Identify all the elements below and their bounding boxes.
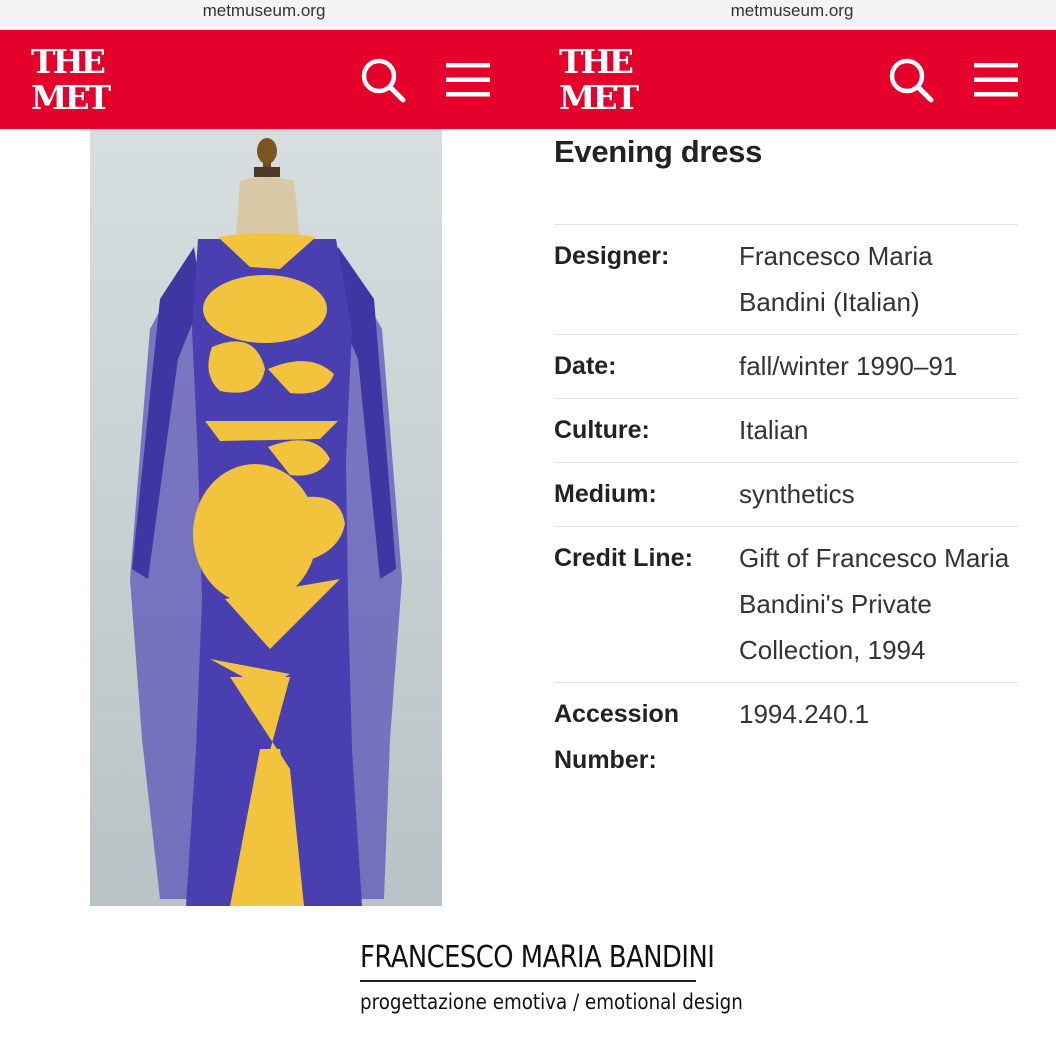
brand-divider [360,980,696,982]
detail-value: fall/winter 1990–91 [739,351,958,381]
logo-line-1: THE [31,42,106,81]
met-header: THE MET [0,30,528,129]
detail-label: Culture: [554,416,650,444]
detail-row-credit-line: Credit Line: Gift of Francesco Maria Ban… [554,527,1018,683]
browser-url-bar[interactable]: metmuseum.org [0,0,528,30]
detail-value: synthetics [739,479,855,509]
search-icon[interactable] [356,54,412,106]
detail-value[interactable]: Francesco Maria Bandini (Italian) [739,225,1018,334]
object-title: Evening dress [554,134,763,169]
left-panel: metmuseum.org THE MET [0,0,528,906]
right-panel: metmuseum.org THE MET Evening dress Desi… [528,0,1056,906]
detail-label: Medium: [554,480,657,508]
detail-value: Italian [739,415,809,445]
detail-value: Gift of Francesco Maria Bandini's Privat… [739,543,1010,665]
met-logo[interactable]: THE MET [31,42,111,117]
detail-row-designer: Designer: Francesco Maria Bandini (Itali… [554,225,1018,335]
search-icon[interactable] [884,54,940,106]
brand-footer: FRANCESCO MARIA BANDINI progettazione em… [0,906,1056,1050]
detail-row-culture: Culture: Italian [554,399,1018,463]
detail-label: Credit Line: [554,544,693,572]
logo-line-2: MET [559,78,639,117]
logo-line-2: MET [31,78,111,117]
met-header: THE MET [528,30,1056,129]
hamburger-menu-icon[interactable] [440,54,496,106]
url-text: metmuseum.org [730,1,854,20]
detail-label: Date: [554,352,617,380]
object-details-table: Designer: Francesco Maria Bandini (Itali… [554,224,1018,792]
brand-name: FRANCESCO MARIA BANDINI [360,940,715,975]
browser-url-bar[interactable]: metmuseum.org [528,0,1056,30]
detail-row-accession-number: Accession Number: 1994.240.1 [554,683,1018,792]
detail-row-medium: Medium: synthetics [554,463,1018,527]
dress-photo[interactable] [90,129,442,906]
detail-label: Accession Number: [554,700,680,774]
detail-value: 1994.240.1 [739,699,870,729]
brand-tagline: progettazione emotiva / emotional design [360,990,743,1014]
hamburger-menu-icon[interactable] [968,54,1024,106]
detail-row-date: Date: fall/winter 1990–91 [554,335,1018,399]
url-text: metmuseum.org [202,1,326,20]
met-logo[interactable]: THE MET [559,42,639,117]
detail-label: Designer: [554,242,670,270]
logo-line-1: THE [559,42,634,81]
